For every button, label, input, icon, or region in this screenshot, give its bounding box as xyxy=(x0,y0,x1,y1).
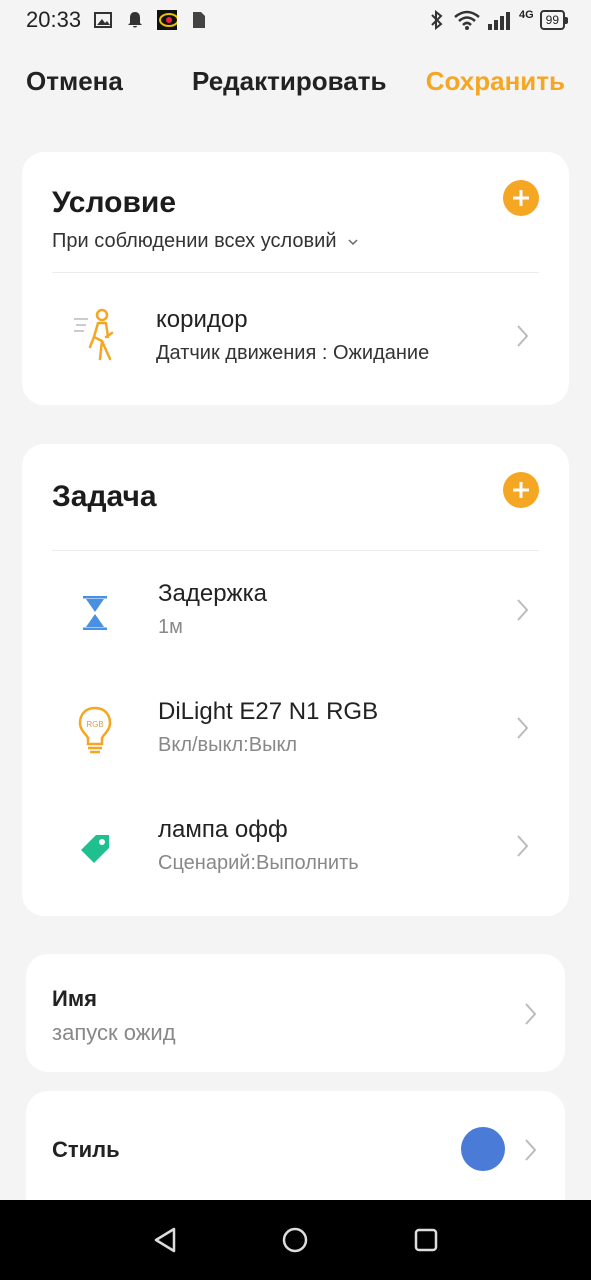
chevron-right-icon xyxy=(517,599,529,621)
chevron-right-icon xyxy=(517,835,529,857)
task-item-detail: Сценарий:Выполнить xyxy=(158,852,359,874)
motion-sensor-icon xyxy=(72,308,118,361)
back-icon[interactable] xyxy=(152,1226,178,1254)
task-item[interactable]: RGB DiLight E27 N1 RGB Вкл/выкл:Выкл xyxy=(22,682,569,778)
gallery-icon xyxy=(93,10,113,30)
task-title: Задача xyxy=(52,480,157,513)
hourglass-icon xyxy=(72,588,118,638)
notification-bell-icon xyxy=(125,10,145,30)
eye-app-icon xyxy=(157,10,178,30)
condition-mode-label: При соблюдении всех условий xyxy=(52,230,337,252)
style-color-swatch xyxy=(461,1127,505,1171)
top-bar: Отмена Редактировать Сохранить xyxy=(0,58,591,104)
condition-mode-dropdown[interactable]: При соблюдении всех условий xyxy=(52,230,358,253)
bulb-rgb-text: RGB xyxy=(86,720,103,729)
status-bar: 20:33 4G 99 xyxy=(0,0,591,40)
recents-icon[interactable] xyxy=(413,1227,439,1253)
save-button[interactable]: Сохранить xyxy=(426,66,565,97)
plus-icon xyxy=(513,482,529,498)
task-item-name: лампа офф xyxy=(158,816,288,843)
chevron-right-icon xyxy=(517,717,529,739)
name-value: запуск ожид xyxy=(52,1020,176,1045)
bluetooth-icon xyxy=(427,10,447,30)
plus-icon xyxy=(513,190,529,206)
status-time: 20:33 xyxy=(26,7,82,32)
sim-card-icon xyxy=(189,10,209,30)
task-item-detail: Вкл/выкл:Выкл xyxy=(158,734,298,756)
chevron-down-icon xyxy=(348,239,358,245)
rgb-bulb-icon: RGB xyxy=(72,706,118,756)
style-label: Стиль xyxy=(52,1137,120,1162)
condition-item-name: коридор xyxy=(156,306,248,333)
chevron-right-icon xyxy=(525,1003,537,1025)
battery-icon: 99 xyxy=(539,10,569,30)
task-item-name: DiLight E27 N1 RGB xyxy=(158,698,379,725)
task-item-detail: 1м xyxy=(158,616,183,638)
condition-item[interactable]: коридор Датчик движения : Ожидание xyxy=(22,286,569,382)
tag-icon xyxy=(72,824,118,874)
add-condition-button[interactable] xyxy=(503,180,539,216)
task-item-name: Задержка xyxy=(158,580,267,607)
chevron-right-icon xyxy=(525,1139,537,1161)
cancel-button[interactable]: Отмена xyxy=(26,66,123,97)
condition-item-detail: Датчик движения : Ожидание xyxy=(156,342,430,364)
page-title: Редактировать xyxy=(192,66,387,96)
divider xyxy=(52,550,539,551)
chevron-right-icon xyxy=(517,325,529,347)
condition-card: Условие При соблюдении всех условий кори… xyxy=(22,152,569,405)
name-card[interactable]: Имя запуск ожид xyxy=(26,954,565,1072)
divider xyxy=(52,272,539,273)
name-label: Имя xyxy=(52,986,97,1011)
task-item[interactable]: Задержка 1м xyxy=(22,564,569,660)
network-type: 4G xyxy=(518,9,534,21)
condition-title: Условие xyxy=(52,186,177,219)
home-icon[interactable] xyxy=(281,1226,309,1254)
add-task-button[interactable] xyxy=(503,472,539,508)
cell-signal-icon xyxy=(487,10,513,30)
battery-level: 99 xyxy=(545,13,559,27)
wifi-icon xyxy=(453,10,481,30)
task-card: Задача Задержка 1м RGB DiLight E27 N1 RG… xyxy=(22,444,569,916)
task-item[interactable]: лампа офф Сценарий:Выполнить xyxy=(22,800,569,896)
navigation-bar xyxy=(0,1200,591,1280)
